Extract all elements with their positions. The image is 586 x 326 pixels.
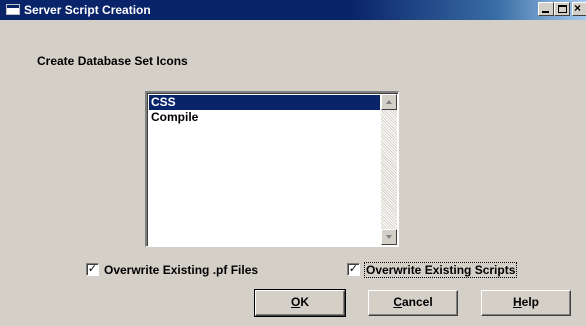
arrow-down-icon [386,235,392,239]
close-icon: × [574,1,582,15]
ok-label-rest: K [300,295,309,309]
overwrite-pf-files-checkbox[interactable]: ✓ [86,263,99,276]
overwrite-scripts-label[interactable]: Overwrite Existing Scripts [363,262,518,278]
title-bar[interactable]: Server Script Creation × [0,0,586,20]
help-mnemonic: H [512,295,522,309]
window-title: Server Script Creation [24,3,151,17]
arrow-up-icon [386,100,392,104]
section-heading: Create Database Set Icons [37,54,188,68]
list-item-compile[interactable]: Compile [149,110,380,125]
vertical-scrollbar[interactable] [381,94,397,245]
overwrite-pf-files-label[interactable]: Overwrite Existing .pf Files [104,263,258,277]
database-set-listbox[interactable]: CSS Compile [145,91,399,247]
maximize-icon [558,5,567,13]
window-app-icon[interactable] [6,4,20,15]
ok-button[interactable]: OK [254,289,346,317]
help-label-rest: elp [521,295,539,309]
minimize-icon [542,11,549,13]
cancel-button[interactable]: Cancel [368,290,458,316]
close-button[interactable]: × [572,2,586,16]
cancel-mnemonic: C [393,295,402,309]
maximize-button[interactable] [554,2,570,16]
scroll-down-button[interactable] [381,229,397,245]
ok-mnemonic: O [290,295,301,309]
cancel-label-rest: ancel [401,295,433,309]
help-button[interactable]: Help [481,290,571,316]
scroll-up-button[interactable] [381,94,397,110]
overwrite-scripts-checkbox[interactable]: ✓ [347,263,360,276]
list-item-css[interactable]: CSS [149,95,380,110]
minimize-button[interactable] [538,2,554,16]
